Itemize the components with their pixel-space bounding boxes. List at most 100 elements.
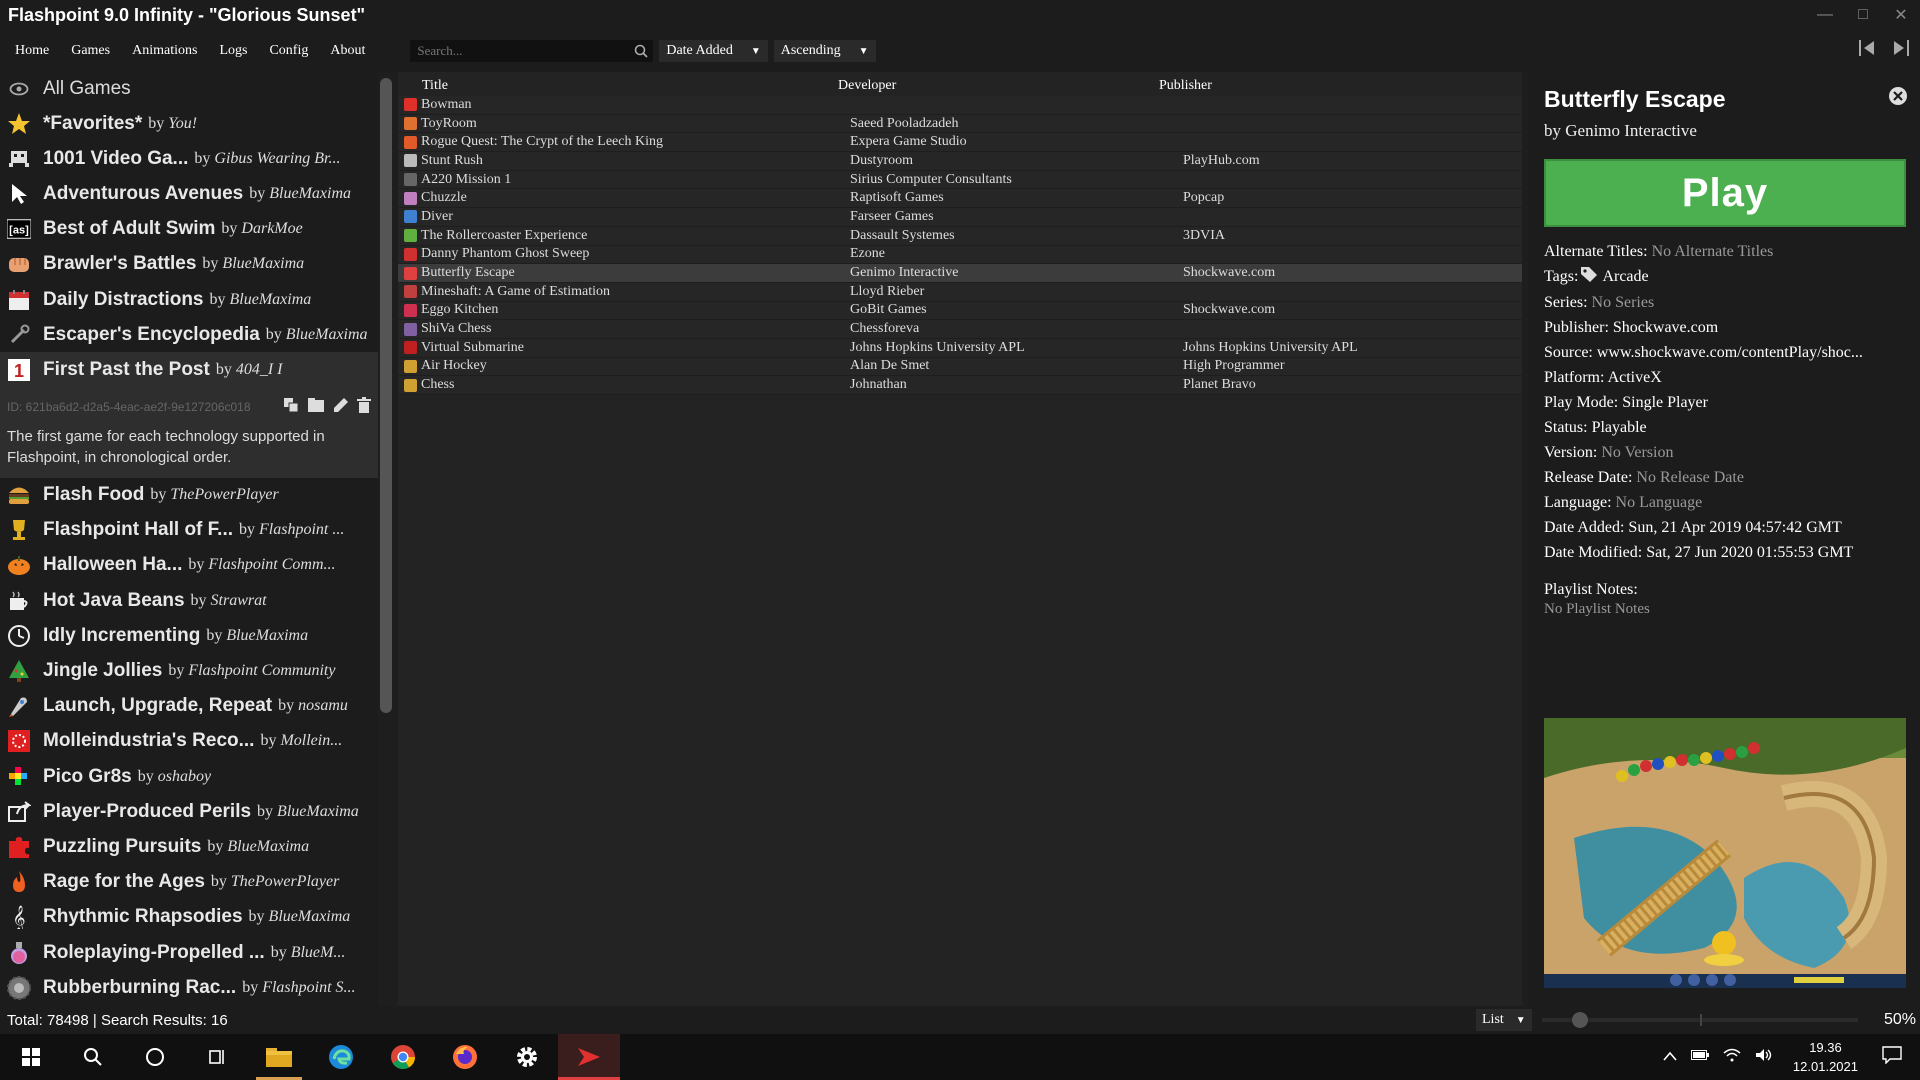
playlist-item[interactable]: Launch, Upgrade, Repeat by nosamu	[0, 689, 378, 724]
playlist-item[interactable]: *Favorites* by You!	[0, 106, 378, 141]
chrome-button[interactable]	[372, 1034, 434, 1080]
edge-button[interactable]	[310, 1034, 372, 1080]
minimize-button[interactable]: —	[1806, 0, 1844, 30]
game-row[interactable]: Mineshaft: A Game of Estimation Lloyd Rie…	[398, 282, 1522, 302]
firefox-button[interactable]	[434, 1034, 496, 1080]
playlist-item[interactable]: Idly Incrementing by BlueMaxima	[0, 618, 378, 653]
task-view-button[interactable]	[186, 1034, 248, 1080]
volume-icon[interactable]	[1755, 1048, 1773, 1067]
all-games-item[interactable]: All Games	[0, 72, 378, 106]
playlist-item[interactable]: Rage for the Ages by ThePowerPlayer	[0, 865, 378, 900]
game-row[interactable]: A220 Mission 1 Sirius Computer Consultant…	[398, 170, 1522, 190]
game-row[interactable]: Rogue Quest: The Crypt of the Leech King…	[398, 133, 1522, 153]
column-developer[interactable]: Developer	[832, 78, 1159, 94]
game-row[interactable]: ShiVa Chess Chessforeva	[398, 320, 1522, 339]
duplicate-icon[interactable]	[283, 397, 299, 416]
column-title[interactable]: Title	[398, 78, 832, 94]
game-publisher-cell: High Programmer	[1183, 358, 1285, 374]
playlist-item[interactable]: Rubberburning Rac... by Flashpoint S...	[0, 970, 378, 1005]
folder-icon	[266, 1048, 292, 1067]
zoom-slider-thumb[interactable]	[1572, 1012, 1588, 1028]
game-row[interactable]: ToyRoom Saeed Pooladzadeh	[398, 114, 1522, 134]
playlist-title: Rhythmic Rhapsodies	[43, 906, 243, 928]
game-row[interactable]: Chuzzle Raptisoft Games Popcap	[398, 189, 1522, 209]
start-button[interactable]	[0, 1034, 62, 1080]
zoom-slider[interactable]	[1542, 1012, 1858, 1028]
game-row[interactable]: Chess Johnathan Planet Bravo	[398, 376, 1522, 395]
close-icon[interactable]	[1888, 86, 1908, 106]
playlist-item[interactable]: Roleplaying-Propelled ... by BlueM...	[0, 935, 378, 970]
playlist-author-name: DarkMoe	[241, 220, 303, 238]
selected-playlist-details: ID: 621ba6d2-d2a5-4eac-ae2f-9e127206c018…	[0, 387, 378, 478]
close-window-button[interactable]: ✕	[1882, 0, 1920, 30]
playlist-item[interactable]: Pico Gr8s by oshaboy	[0, 759, 378, 794]
game-row[interactable]: Bowman	[398, 96, 1522, 115]
search-icon[interactable]	[630, 40, 652, 62]
game-row[interactable]: Eggo Kitchen GoBit Games Shockwave.com	[398, 301, 1522, 321]
search-input[interactable]	[411, 41, 631, 61]
playlist-item[interactable]: [as] Best of Adult Swim by DarkMoe	[0, 212, 378, 247]
playlist-item[interactable]: Puzzling Pursuits by BlueMaxima	[0, 829, 378, 864]
playlist-title: Rage for the Ages	[43, 871, 205, 893]
file-explorer-button[interactable]	[248, 1034, 310, 1080]
playlist-item[interactable]: Jingle Jollies by Flashpoint Community	[0, 653, 378, 688]
playlist-by-label: by	[202, 255, 219, 273]
menu-config[interactable]: Config	[258, 43, 319, 59]
playlist-title: *Favorites*	[43, 112, 143, 134]
field-value[interactable]: Arcade	[1602, 268, 1648, 285]
playlist-author-name: ThePowerPlayer	[230, 873, 340, 891]
toggle-right-sidebar-icon[interactable]	[1890, 38, 1912, 63]
view-mode-dropdown[interactable]: List ▼	[1476, 1009, 1532, 1031]
playlist-item[interactable]: Brawler's Battles by BlueMaxima	[0, 247, 378, 282]
sort-by-dropdown[interactable]: Date Added ▼	[659, 40, 768, 62]
playlist-author-name: Mollein...	[280, 732, 343, 750]
play-button[interactable]: Play	[1544, 159, 1906, 227]
game-row[interactable]: Virtual Submarine Johns Hopkins Universit…	[398, 338, 1522, 358]
battery-icon[interactable]	[1690, 1048, 1709, 1066]
playlist-item[interactable]: Molleindustria's Reco... by Mollein...	[0, 724, 378, 759]
playlist-item[interactable]: Flash Food by ThePowerPlayer	[0, 478, 378, 513]
menu-about[interactable]: About	[319, 43, 376, 59]
game-row[interactable]: Air Hockey Alan De Smet High Programmer	[398, 357, 1522, 377]
playlist-item[interactable]: 1001 Video Ga... by Gibus Wearing Br...	[0, 141, 378, 176]
menu-games[interactable]: Games	[60, 43, 121, 59]
game-row[interactable]: Diver Farseer Games	[398, 208, 1522, 227]
wifi-icon[interactable]	[1723, 1048, 1741, 1067]
column-publisher[interactable]: Publisher	[1159, 78, 1522, 94]
flashpoint-taskbar-button[interactable]	[558, 1034, 620, 1080]
game-title-cell: ShiVa Chess	[421, 321, 492, 337]
notification-icon[interactable]	[1882, 1045, 1902, 1069]
game-fields: Alternate Titles: No Alternate Titles Tag…	[1544, 239, 1920, 565]
export-icon[interactable]	[307, 397, 325, 416]
game-field: Language: No Language	[1544, 490, 1910, 515]
playlist-item[interactable]: 𝄞 Rhythmic Rhapsodies by BlueMaxima	[0, 900, 378, 935]
taskbar-search-button[interactable]	[62, 1034, 124, 1080]
game-row[interactable]: Butterfly Escape Genimo Interactive Shockw…	[398, 264, 1522, 283]
playlist-item[interactable]: Halloween Ha... by Flashpoint Comm...	[0, 548, 378, 583]
maximize-button[interactable]: □	[1844, 0, 1882, 30]
menu-animations[interactable]: Animations	[121, 43, 208, 59]
game-row[interactable]: The Rollercoaster Experience Dassault Sys…	[398, 226, 1522, 246]
toggle-left-sidebar-icon[interactable]	[1856, 38, 1878, 63]
playlist-item[interactable]: Daily Distractions by BlueMaxima	[0, 282, 378, 317]
game-screenshot[interactable]	[1544, 718, 1906, 988]
menu-home[interactable]: Home	[0, 43, 60, 59]
playlist-item[interactable]: Escaper's Encyclopedia by BlueMaxima	[0, 317, 378, 352]
game-row[interactable]: Danny Phantom Ghost Sweep Ezone	[398, 245, 1522, 265]
game-row[interactable]: Stunt Rush Dustyroom PlayHub.com	[398, 152, 1522, 171]
playlist-item[interactable]: 1 First Past the Post by 404_I I	[0, 352, 378, 388]
clock[interactable]: 19.36 12.01.2021	[1793, 1038, 1858, 1076]
sidebar-scrollbar[interactable]	[380, 78, 392, 713]
chevron-up-icon[interactable]	[1663, 1048, 1677, 1066]
menu-logs[interactable]: Logs	[208, 43, 258, 59]
delete-icon[interactable]	[357, 397, 371, 416]
playlist-item[interactable]: Hot Java Beans by Strawrat	[0, 583, 378, 618]
sort-order-dropdown[interactable]: Ascending ▼	[773, 40, 876, 62]
playlist-item[interactable]: Flashpoint Hall of F... by Flashpoint ...	[0, 513, 378, 548]
settings-button[interactable]	[496, 1034, 558, 1080]
edit-icon[interactable]	[333, 397, 349, 416]
cortana-button[interactable]	[124, 1034, 186, 1080]
playlist-item[interactable]: Adventurous Avenues by BlueMaxima	[0, 176, 378, 211]
playlist-item[interactable]: Player-Produced Perils by BlueMaxima	[0, 794, 378, 829]
game-details-panel: Butterfly Escape by Genimo Interactive P…	[1528, 72, 1920, 1013]
